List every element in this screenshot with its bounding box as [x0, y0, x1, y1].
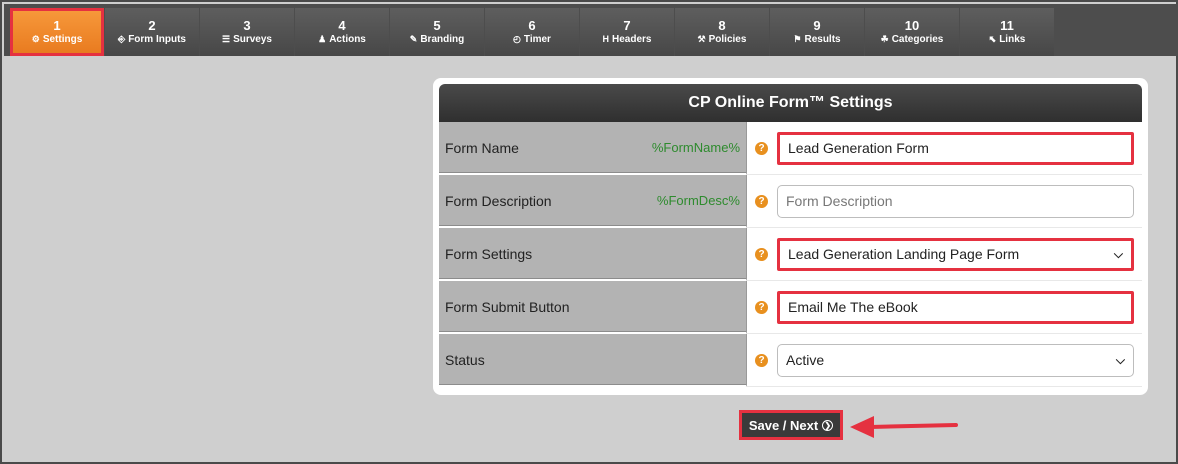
tab-label: Settings — [42, 33, 83, 45]
row-label-cell: Form Name %FormName% — [439, 122, 747, 175]
input-placeholder: Form Description — [786, 193, 893, 209]
chevron-down-icon: ⌵ — [1115, 352, 1125, 367]
tab-number: 4 — [338, 17, 346, 33]
app-frame: 1 ⚙ Settings 2 ⎆ Form Inputs 3 ☰ Surveys 4 … — [0, 0, 1178, 464]
row-input-cell: ? Active ⌵ — [747, 334, 1142, 387]
gavel-icon: ⚒ — [697, 33, 706, 44]
help-icon[interactable]: ? — [755, 247, 768, 261]
tab-categories[interactable]: 10 ☘ Categories — [865, 8, 959, 56]
form-description-input[interactable]: Form Description — [777, 184, 1134, 218]
arrow-circle-right-icon: ❯ — [822, 419, 834, 431]
merge-variable: %FormDesc% — [656, 193, 740, 208]
tab-timer[interactable]: 6 ◴ Timer — [485, 8, 579, 56]
tab-headers[interactable]: 7 H Headers — [580, 8, 674, 56]
panel-title: CP Online Form™ Settings — [439, 84, 1142, 122]
tab-label: Surveys — [233, 33, 272, 45]
tab-number: 7 — [623, 17, 631, 33]
row-label: Form Settings — [445, 245, 533, 262]
help-icon[interactable]: ? — [755, 194, 768, 208]
tab-policies[interactable]: 8 ⚒ Policies — [675, 8, 769, 56]
row-input-cell: ? Email Me The eBook — [747, 281, 1142, 334]
tab-label: Timer — [523, 33, 551, 45]
tab-number: 9 — [813, 17, 821, 33]
select-value: Lead Generation Landing Page Form — [788, 246, 1020, 262]
row-label: Form Description — [445, 192, 552, 209]
clock-icon: ◴ — [513, 33, 521, 44]
tab-label: Categories — [891, 33, 944, 45]
tab-actions[interactable]: 4 ♟ Actions — [295, 8, 389, 56]
tab-number: 1 — [53, 17, 61, 33]
tab-number: 6 — [528, 17, 536, 33]
tab-label: Form Inputs — [128, 33, 186, 45]
tab-links[interactable]: 11 ⬉ Links — [960, 8, 1054, 56]
save-next-button[interactable]: Save / Next ❯ — [739, 410, 843, 440]
row-label: Form Name — [445, 139, 519, 156]
row-label-cell: Form Settings — [439, 228, 747, 281]
status-select[interactable]: Active ⌵ — [777, 343, 1134, 377]
tab-settings[interactable]: 1 ⚙ Settings — [10, 8, 104, 56]
step-tabs-bar: 1 ⚙ Settings 2 ⎆ Form Inputs 3 ☰ Surveys 4 … — [4, 4, 1178, 56]
row-label-cell: Status — [439, 334, 747, 387]
tab-label: Branding — [420, 33, 465, 45]
merge-variable: %FormName% — [651, 140, 740, 155]
step-tabs: 1 ⚙ Settings 2 ⎆ Form Inputs 3 ☰ Surveys 4 … — [10, 8, 1055, 56]
status-row: Status ? Active ⌵ — [439, 334, 1142, 387]
select-value: Active — [786, 352, 825, 368]
tab-number: 11 — [1000, 17, 1014, 33]
settings-panel: CP Online Form™ Settings Form Name %Form… — [433, 78, 1148, 395]
cubes-icon: ☘ — [880, 33, 889, 44]
chevron-down-icon: ⌵ — [1113, 246, 1123, 261]
form-name-input[interactable]: Lead Generation Form — [777, 131, 1134, 165]
row-label: Status — [445, 351, 485, 368]
tab-form-inputs[interactable]: 2 ⎆ Form Inputs — [105, 8, 199, 56]
form-name-row: Form Name %FormName% ? Lead Generation F… — [439, 122, 1142, 175]
tab-results[interactable]: 9 ⚑ Results — [770, 8, 864, 56]
flag-icon: ⚑ — [793, 33, 802, 44]
row-input-cell: ? Form Description — [747, 175, 1142, 228]
tab-label: Results — [804, 33, 841, 45]
tab-label: Headers — [612, 33, 652, 45]
form-settings-row: Form Settings ? Lead Generation Landing … — [439, 228, 1142, 281]
sign-in-icon: ⎆ — [118, 33, 126, 44]
tab-label: Links — [999, 33, 1026, 45]
help-icon[interactable]: ? — [755, 141, 768, 155]
tab-branding[interactable]: 5 ✎ Branding — [390, 8, 484, 56]
tab-number: 5 — [433, 17, 441, 33]
row-input-cell: ? Lead Generation Form — [747, 122, 1142, 175]
row-label-cell: Form Description %FormDesc% — [439, 175, 747, 228]
input-value: Email Me The eBook — [788, 299, 918, 315]
gear-icon: ⚙ — [31, 33, 40, 44]
tab-label: Actions — [329, 33, 366, 45]
help-icon[interactable]: ? — [755, 300, 768, 314]
form-submit-button-row: Form Submit Button ? Email Me The eBook — [439, 281, 1142, 334]
list-icon: ☰ — [222, 33, 231, 44]
form-description-row: Form Description %FormDesc% ? Form Descr… — [439, 175, 1142, 228]
row-label: Form Submit Button — [445, 298, 570, 315]
tab-surveys[interactable]: 3 ☰ Surveys — [200, 8, 294, 56]
tab-number: 2 — [148, 17, 156, 33]
save-next-label: Save / Next — [748, 417, 819, 433]
tab-number: 8 — [718, 17, 726, 33]
header-icon: H — [602, 33, 610, 44]
help-icon[interactable]: ? — [755, 353, 768, 367]
tab-label: Policies — [708, 33, 747, 45]
tab-number: 3 — [243, 17, 251, 33]
tab-number: 10 — [904, 17, 920, 33]
user-icon: ♟ — [318, 33, 327, 44]
submit-button-text-input[interactable]: Email Me The eBook — [777, 290, 1134, 324]
input-value: Lead Generation Form — [788, 140, 929, 156]
brush-icon: ✎ — [409, 33, 418, 44]
row-label-cell: Form Submit Button — [439, 281, 747, 334]
form-settings-select[interactable]: Lead Generation Landing Page Form ⌵ — [777, 237, 1134, 271]
pointer-icon: ⬉ — [988, 33, 997, 44]
annotation-arrow — [850, 416, 958, 438]
row-input-cell: ? Lead Generation Landing Page Form ⌵ — [747, 228, 1142, 281]
